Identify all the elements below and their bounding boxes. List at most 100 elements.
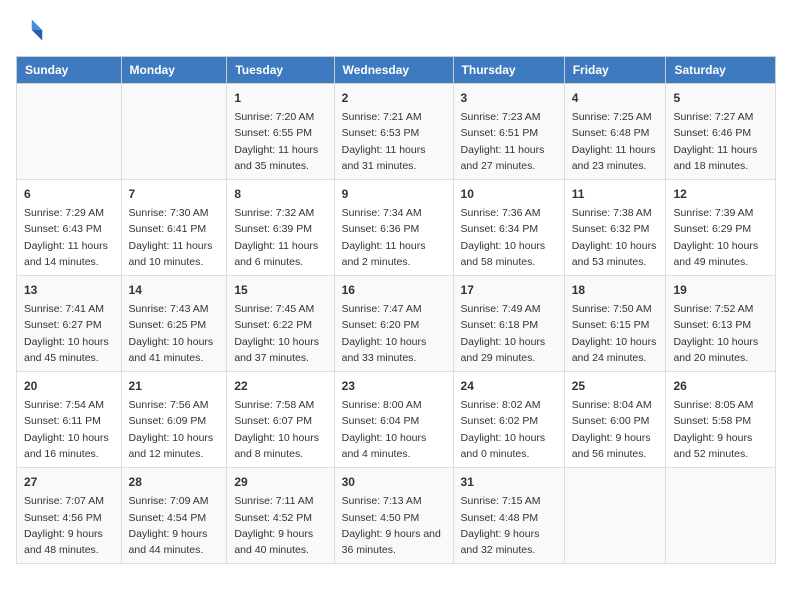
calendar-cell: 13 Sunrise: 7:41 AMSunset: 6:27 PMDayligh… [17,276,122,372]
calendar-cell: 19Sunrise: 7:52 AMSunset: 6:13 PMDayligh… [666,276,776,372]
calendar-cell: 22 Sunrise: 7:58 AMSunset: 6:07 PMDayligh… [227,372,334,468]
day-number: 17 [461,281,557,299]
day-number: 6 [24,185,114,203]
header-wednesday: Wednesday [334,57,453,84]
calendar-cell: 8Sunrise: 7:32 AMSunset: 6:39 PMDaylight… [227,180,334,276]
logo [16,16,48,44]
day-number: 25 [572,377,659,395]
day-number: 31 [461,473,557,491]
calendar-cell: 1 Sunrise: 7:20 AMSunset: 6:55 PMDaylight… [227,84,334,180]
calendar-cell [666,468,776,564]
calendar-body: 1 Sunrise: 7:20 AMSunset: 6:55 PMDaylight… [17,84,776,564]
day-number: 5 [673,89,768,107]
calendar-cell: 20Sunrise: 7:54 AMSunset: 6:11 PMDayligh… [17,372,122,468]
calendar-header: SundayMondayTuesdayWednesdayThursdayFrid… [17,57,776,84]
header-monday: Monday [121,57,227,84]
day-number: 21 [129,377,220,395]
day-number: 10 [461,185,557,203]
day-detail: Sunrise: 7:30 AMSunset: 6:41 PMDaylight:… [129,205,220,270]
day-number: 28 [129,473,220,491]
calendar-cell [564,468,666,564]
calendar-cell: 28 Sunrise: 7:09 AMSunset: 4:54 PMDayligh… [121,468,227,564]
day-detail: Sunrise: 7:36 AMSunset: 6:34 PMDaylight:… [461,205,557,270]
day-detail: Sunrise: 7:47 AMSunset: 6:20 PMDaylight:… [342,301,446,366]
calendar-cell: 14Sunrise: 7:43 AMSunset: 6:25 PMDayligh… [121,276,227,372]
day-detail: Sunrise: 7:20 AMSunset: 6:55 PMDaylight:… [234,109,326,174]
day-detail: Sunrise: 7:13 AMSunset: 4:50 PMDaylight:… [342,493,446,558]
day-detail: Sunrise: 7:49 AMSunset: 6:18 PMDaylight:… [461,301,557,366]
calendar-cell: 29 Sunrise: 7:11 AMSunset: 4:52 PMDayligh… [227,468,334,564]
day-number: 7 [129,185,220,203]
calendar-cell: 15Sunrise: 7:45 AMSunset: 6:22 PMDayligh… [227,276,334,372]
calendar-cell: 5Sunrise: 7:27 AMSunset: 6:46 PMDaylight… [666,84,776,180]
calendar-cell: 16 Sunrise: 7:47 AMSunset: 6:20 PMDayligh… [334,276,453,372]
day-detail: Sunrise: 8:05 AMSunset: 5:58 PMDaylight:… [673,397,768,462]
day-detail: Sunrise: 8:04 AMSunset: 6:00 PMDaylight:… [572,397,659,462]
calendar-cell: 2 Sunrise: 7:21 AMSunset: 6:53 PMDaylight… [334,84,453,180]
day-number: 11 [572,185,659,203]
day-number: 13 [24,281,114,299]
day-number: 12 [673,185,768,203]
day-detail: Sunrise: 7:07 AMSunset: 4:56 PMDaylight:… [24,493,114,558]
day-number: 26 [673,377,768,395]
day-detail: Sunrise: 7:09 AMSunset: 4:54 PMDaylight:… [129,493,220,558]
day-number: 9 [342,185,446,203]
day-detail: Sunrise: 7:21 AMSunset: 6:53 PMDaylight:… [342,109,446,174]
calendar-cell: 7 Sunrise: 7:30 AMSunset: 6:41 PMDaylight… [121,180,227,276]
header-tuesday: Tuesday [227,57,334,84]
calendar-cell [121,84,227,180]
day-detail: Sunrise: 7:11 AMSunset: 4:52 PMDaylight:… [234,493,326,558]
calendar-cell: 10 Sunrise: 7:36 AMSunset: 6:34 PMDayligh… [453,180,564,276]
day-number: 18 [572,281,659,299]
day-detail: Sunrise: 7:41 AMSunset: 6:27 PMDaylight:… [24,301,114,366]
day-number: 14 [129,281,220,299]
header-row: SundayMondayTuesdayWednesdayThursdayFrid… [17,57,776,84]
day-detail: Sunrise: 7:45 AMSunset: 6:22 PMDaylight:… [234,301,326,366]
calendar-cell: 4Sunrise: 7:25 AMSunset: 6:48 PMDaylight… [564,84,666,180]
week-row-4: 27 Sunrise: 7:07 AMSunset: 4:56 PMDayligh… [17,468,776,564]
calendar-cell: 11Sunrise: 7:38 AMSunset: 6:32 PMDayligh… [564,180,666,276]
day-number: 19 [673,281,768,299]
week-row-0: 1 Sunrise: 7:20 AMSunset: 6:55 PMDaylight… [17,84,776,180]
calendar-cell: 31Sunrise: 7:15 AMSunset: 4:48 PMDayligh… [453,468,564,564]
calendar-cell: 26 Sunrise: 8:05 AMSunset: 5:58 PMDayligh… [666,372,776,468]
day-detail: Sunrise: 7:54 AMSunset: 6:11 PMDaylight:… [24,397,114,462]
day-detail: Sunrise: 7:39 AMSunset: 6:29 PMDaylight:… [673,205,768,270]
day-number: 30 [342,473,446,491]
day-number: 3 [461,89,557,107]
page-header [16,16,776,44]
day-number: 29 [234,473,326,491]
day-detail: Sunrise: 7:58 AMSunset: 6:07 PMDaylight:… [234,397,326,462]
day-number: 27 [24,473,114,491]
day-detail: Sunrise: 7:29 AMSunset: 6:43 PMDaylight:… [24,205,114,270]
day-number: 23 [342,377,446,395]
day-number: 24 [461,377,557,395]
day-number: 1 [234,89,326,107]
calendar-table: SundayMondayTuesdayWednesdayThursdayFrid… [16,56,776,564]
logo-icon [16,16,44,44]
calendar-cell: 12 Sunrise: 7:39 AMSunset: 6:29 PMDayligh… [666,180,776,276]
calendar-cell: 23 Sunrise: 8:00 AMSunset: 6:04 PMDayligh… [334,372,453,468]
calendar-cell: 30 Sunrise: 7:13 AMSunset: 4:50 PMDayligh… [334,468,453,564]
day-number: 22 [234,377,326,395]
day-detail: Sunrise: 8:00 AMSunset: 6:04 PMDaylight:… [342,397,446,462]
calendar-cell [17,84,122,180]
day-number: 2 [342,89,446,107]
calendar-cell: 24Sunrise: 8:02 AMSunset: 6:02 PMDayligh… [453,372,564,468]
day-number: 8 [234,185,326,203]
day-detail: Sunrise: 7:34 AMSunset: 6:36 PMDaylight:… [342,205,446,270]
header-friday: Friday [564,57,666,84]
week-row-1: 6 Sunrise: 7:29 AMSunset: 6:43 PMDaylight… [17,180,776,276]
day-detail: Sunrise: 7:23 AMSunset: 6:51 PMDaylight:… [461,109,557,174]
week-row-3: 20Sunrise: 7:54 AMSunset: 6:11 PMDayligh… [17,372,776,468]
week-row-2: 13 Sunrise: 7:41 AMSunset: 6:27 PMDayligh… [17,276,776,372]
calendar-cell: 27 Sunrise: 7:07 AMSunset: 4:56 PMDayligh… [17,468,122,564]
header-saturday: Saturday [666,57,776,84]
day-number: 4 [572,89,659,107]
calendar-cell: 6 Sunrise: 7:29 AMSunset: 6:43 PMDaylight… [17,180,122,276]
day-detail: Sunrise: 7:50 AMSunset: 6:15 PMDaylight:… [572,301,659,366]
day-number: 16 [342,281,446,299]
calendar-cell: 9 Sunrise: 7:34 AMSunset: 6:36 PMDaylight… [334,180,453,276]
header-sunday: Sunday [17,57,122,84]
header-thursday: Thursday [453,57,564,84]
